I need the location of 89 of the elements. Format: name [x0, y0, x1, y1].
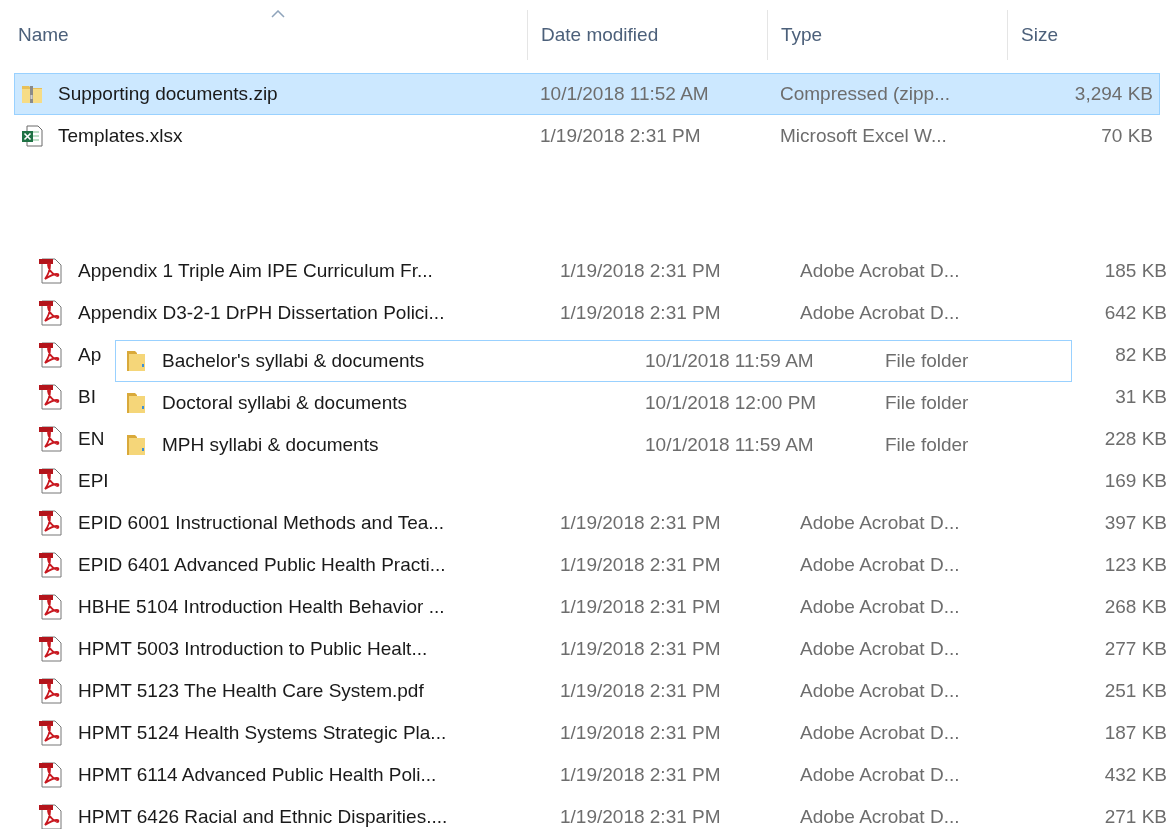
file-name: EPID 6401 Advanced Public Health Practi...	[78, 552, 446, 577]
pdf-icon	[38, 467, 64, 495]
file-type: Microsoft Excel W...	[779, 123, 948, 148]
file-size: 187 KB	[1104, 721, 1167, 743]
file-size: 277 KB	[1104, 637, 1167, 659]
file-name: HPMT 6114 Advanced Public Health Poli...	[78, 762, 437, 787]
pdf-icon	[38, 299, 64, 327]
file-name: Supporting documents.zip	[58, 81, 278, 106]
file-size: 123 KB	[1104, 553, 1167, 575]
file-size: 31 KB	[1115, 385, 1167, 407]
column-header[interactable]: Type	[767, 10, 1007, 60]
date-modified: 1/19/2018 2:31 PM	[560, 301, 721, 323]
spreadsheet-icon	[20, 124, 44, 148]
pdf-icon	[38, 761, 64, 789]
date-modified: 1/19/2018 2:31 PM	[560, 553, 721, 575]
folder-name: Doctoral syllabi & documents	[162, 390, 407, 415]
file-type: Adobe Acrobat D...	[800, 721, 960, 743]
date-modified: 10/1/2018 11:52 AM	[539, 81, 710, 106]
column-header[interactable]: Date modified	[527, 10, 767, 60]
file-name: HBHE 5104 Introduction Health Behavior ...	[78, 594, 445, 619]
file-name: BI	[78, 384, 96, 409]
pdf-icon	[38, 509, 64, 537]
folder-row[interactable]: Doctoral syllabi & documents 10/1/2018 12:00 PM File folder	[115, 382, 1072, 424]
file-row[interactable]: Supporting documents.zip 10/1/2018 11:52 AM Compressed (zipp... 3,294 KB	[14, 73, 1160, 115]
file-size: 271 KB	[1104, 805, 1167, 827]
file-type: Adobe Acrobat D...	[800, 805, 960, 827]
column-header[interactable]: Size	[1007, 10, 1160, 60]
file-type: Adobe Acrobat D...	[800, 553, 960, 575]
pdf-icon	[38, 383, 64, 411]
pdf-icon	[38, 341, 64, 369]
date-modified: 10/1/2018 11:59 AM	[644, 348, 815, 373]
file-name: EN	[78, 426, 105, 451]
file-type: Adobe Acrobat D...	[800, 259, 960, 281]
file-size: 251 KB	[1104, 679, 1167, 701]
file-name: Ap	[78, 342, 102, 367]
file-size: 169 KB	[1104, 469, 1167, 491]
file-size: 185 KB	[1104, 259, 1167, 281]
file-row[interactable]: Templates.xlsx 1/19/2018 2:31 PM Microsoft Excel W... 70 KB	[14, 115, 1160, 157]
date-modified: 1/19/2018 2:31 PM	[560, 805, 721, 827]
date-modified: 1/19/2018 2:31 PM	[560, 595, 721, 617]
file-size: 70 KB	[1100, 123, 1154, 148]
folder-name: MPH syllabi & documents	[162, 432, 379, 457]
file-size: 82 KB	[1115, 343, 1167, 365]
file-type: Compressed (zipp...	[779, 81, 951, 106]
pdf-icon	[38, 551, 64, 579]
pdf-icon	[38, 425, 64, 453]
folder-name: Bachelor's syllabi & documents	[162, 348, 425, 373]
file-size: 432 KB	[1104, 763, 1167, 785]
file-type: Adobe Acrobat D...	[800, 301, 960, 323]
date-modified: 1/19/2018 2:31 PM	[560, 637, 721, 659]
file-name: Templates.xlsx	[58, 123, 183, 148]
pdf-icon	[38, 593, 64, 621]
file-name: EPID 6001 Instructional Methods and Tea...	[78, 510, 445, 535]
file-type: Adobe Acrobat D...	[800, 763, 960, 785]
date-modified: 1/19/2018 2:31 PM	[560, 679, 721, 701]
file-type: File folder	[884, 390, 970, 415]
file-name: HPMT 6426 Racial and Ethnic Disparities....	[78, 804, 448, 829]
pdf-icon	[38, 677, 64, 705]
file-name: Appendix 1 Triple Aim IPE Curriculum Fr...	[78, 258, 433, 283]
file-name: HPMT 5003 Introduction to Public Healt...	[78, 636, 428, 661]
file-type: Adobe Acrobat D...	[800, 595, 960, 617]
column-header[interactable]: Name	[14, 10, 527, 60]
file-type: File folder	[884, 348, 970, 373]
file-type: File folder	[884, 432, 970, 457]
file-size: 228 KB	[1104, 427, 1167, 449]
date-modified: 10/1/2018 12:00 PM	[644, 390, 818, 415]
file-type: Adobe Acrobat D...	[800, 679, 960, 701]
folder-row[interactable]: MPH syllabi & documents 10/1/2018 11:59 AM File folder	[115, 424, 1072, 466]
file-size: 642 KB	[1104, 301, 1167, 323]
date-modified: 1/19/2018 2:31 PM	[560, 259, 721, 281]
file-name: HPMT 5123 The Health Care System.pdf	[78, 678, 424, 703]
date-modified: 1/19/2018 2:31 PM	[560, 721, 721, 743]
pdf-icon	[38, 257, 64, 285]
date-modified: 10/1/2018 11:59 AM	[644, 432, 815, 457]
file-type: Adobe Acrobat D...	[800, 511, 960, 533]
file-name: EPI	[78, 468, 109, 493]
file-type: Adobe Acrobat D...	[800, 637, 960, 659]
file-size: 397 KB	[1104, 511, 1167, 533]
file-name: Appendix D3-2-1 DrPH Dissertation Polici...	[78, 300, 445, 325]
sort-ascending-icon	[270, 10, 285, 18]
file-name: HPMT 5124 Health Systems Strategic Pla...	[78, 720, 447, 745]
date-modified: 1/19/2018 2:31 PM	[539, 123, 702, 148]
file-size: 3,294 KB	[1073, 81, 1154, 106]
pdf-icon	[38, 635, 64, 663]
folder-row[interactable]: Bachelor's syllabi & documents 10/1/2018 11:59 AM File folder	[115, 340, 1072, 382]
pdf-icon	[38, 719, 64, 747]
date-modified: 1/19/2018 2:31 PM	[560, 511, 721, 533]
file-size: 268 KB	[1104, 595, 1167, 617]
date-modified: 1/19/2018 2:31 PM	[560, 763, 721, 785]
